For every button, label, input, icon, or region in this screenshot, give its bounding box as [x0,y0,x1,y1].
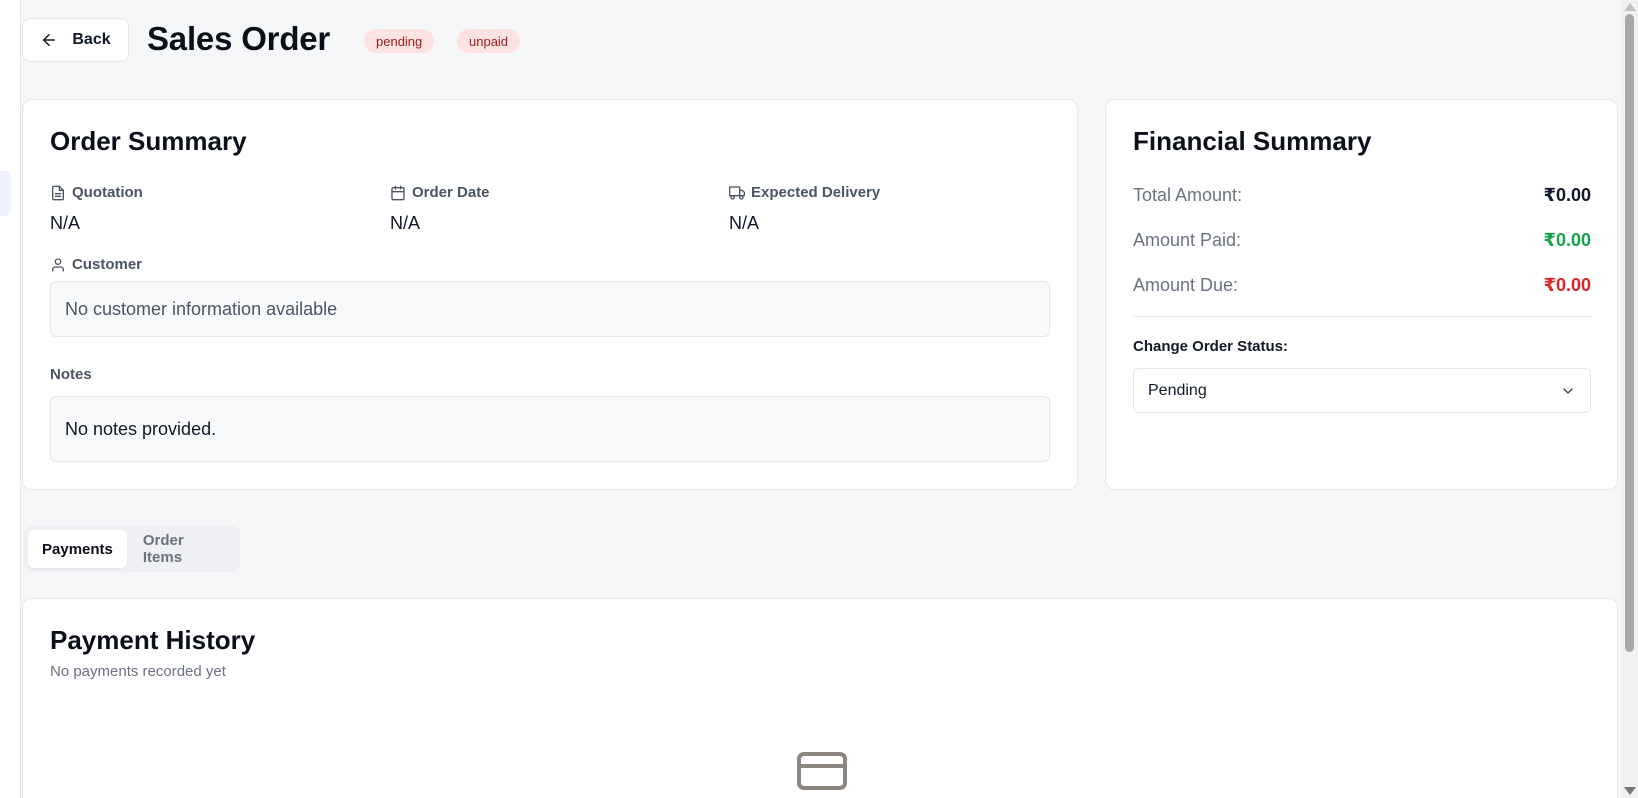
payment-history-title: Payment History [50,625,256,655]
tab-payments[interactable]: Payments [28,530,127,568]
amount-due-value: ₹0.00 [1543,275,1591,295]
total-amount-label: Total Amount: [1133,185,1243,205]
sidebar-active-indicator[interactable] [0,171,11,216]
expected-delivery-label: Expected Delivery [729,184,880,201]
scrollbar-thumb[interactable] [1625,14,1634,652]
arrow-left-icon [43,34,56,46]
financial-summary-title: Financial Summary [1133,126,1372,156]
total-amount-value: ₹0.00 [1543,185,1591,205]
status-badge-order: pending [364,29,435,53]
chevron-down-icon [1563,387,1573,394]
quotation-value: N/A [50,213,81,233]
status-badge-payment: unpaid [457,29,521,53]
tab-order-items[interactable]: Order Items [129,530,236,568]
order-summary-card: Order Summary Quotation N/A Order Date N… [22,99,1078,490]
back-button-label: Back [72,31,111,48]
payment-history-subtitle: No payments recorded yet [50,663,226,680]
financial-summary-card: Financial Summary Total Amount: ₹0.00 Am… [1105,99,1618,490]
divider [1133,316,1591,317]
order-date-label: Order Date [390,184,490,201]
order-status-value: Pending [1148,381,1207,399]
back-button[interactable]: Back [22,18,129,62]
user-icon [52,257,64,272]
page-title: Sales Order [147,20,331,57]
payment-history-card: Payment History No payments recorded yet [22,598,1618,798]
order-summary-title: Order Summary [50,126,247,156]
notes-label: Notes [50,366,92,383]
amount-paid-label: Amount Paid: [1133,230,1242,250]
order-status-select[interactable]: Pending [1133,368,1591,413]
total-amount-row: Total Amount: ₹0.00 [1133,185,1591,206]
amount-paid-row: Amount Paid: ₹0.00 [1133,230,1591,251]
expected-delivery-value: N/A [729,213,760,233]
customer-info-box: No customer information available [50,281,1050,337]
credit-card-icon [797,752,847,790]
calendar-icon [391,185,405,200]
amount-due-label: Amount Due: [1133,275,1239,295]
customer-label: Customer [50,256,142,273]
truck-icon [729,185,745,200]
order-date-value: N/A [390,213,421,233]
amount-paid-value: ₹0.00 [1543,230,1591,250]
scroll-down-arrow[interactable] [1624,787,1636,795]
change-status-label: Change Order Status: [1133,338,1289,355]
scrollbar[interactable] [1621,0,1638,798]
amount-due-row: Amount Due: ₹0.00 [1133,275,1591,296]
tab-list: Payments Order Items [24,526,240,572]
file-text-icon [52,185,64,200]
scroll-up-arrow[interactable] [1624,3,1636,11]
quotation-label: Quotation [50,184,143,201]
notes-box: No notes provided. [50,396,1050,462]
sidebar [0,0,21,798]
